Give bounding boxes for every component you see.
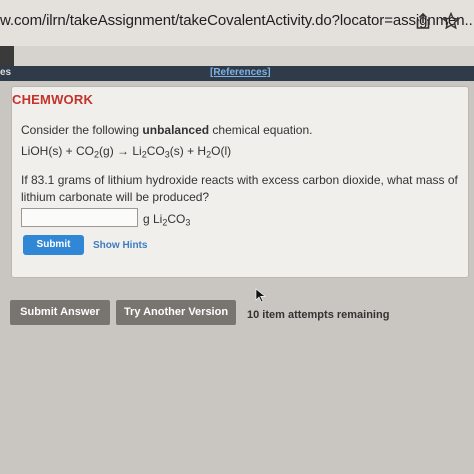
references-link[interactable]: [References] <box>210 67 271 78</box>
answer-unit: g Li2CO3 <box>143 212 191 228</box>
submit-answer-button[interactable]: Submit Answer <box>10 300 110 325</box>
prompt-text: Consider the following unbalanced chemic… <box>21 123 313 137</box>
browser-address-bar[interactable]: w.com/ilrn/takeAssignment/takeCovalentAc… <box>0 0 474 47</box>
tab-partial[interactable] <box>0 46 14 66</box>
try-another-version-button[interactable]: Try Another Version <box>116 300 236 325</box>
submit-button[interactable]: Submit <box>23 235 84 255</box>
share-icon[interactable] <box>414 12 432 30</box>
question-text: If 83.1 grams of lithium hydroxide react… <box>21 173 458 204</box>
assignment-toolbar: es [References] <box>0 66 474 81</box>
tab-strip <box>0 46 474 66</box>
url-text[interactable]: w.com/ilrn/takeAssignment/takeCovalentAc… <box>0 12 474 29</box>
toolbar-partial-label: es <box>0 67 12 78</box>
question-panel: CHEMWORK Consider the following unbalanc… <box>11 86 469 303</box>
answer-input[interactable] <box>21 208 138 227</box>
chemical-equation: LiOH(s) + CO2(g) → Li2CO3(s) + H2O(l) <box>21 144 232 160</box>
star-icon[interactable] <box>442 12 460 30</box>
attempts-remaining: 10 item attempts remaining <box>247 309 390 321</box>
show-hints-link[interactable]: Show Hints <box>93 240 147 251</box>
panel-title: CHEMWORK <box>12 92 94 107</box>
mouse-cursor-icon <box>255 288 266 303</box>
